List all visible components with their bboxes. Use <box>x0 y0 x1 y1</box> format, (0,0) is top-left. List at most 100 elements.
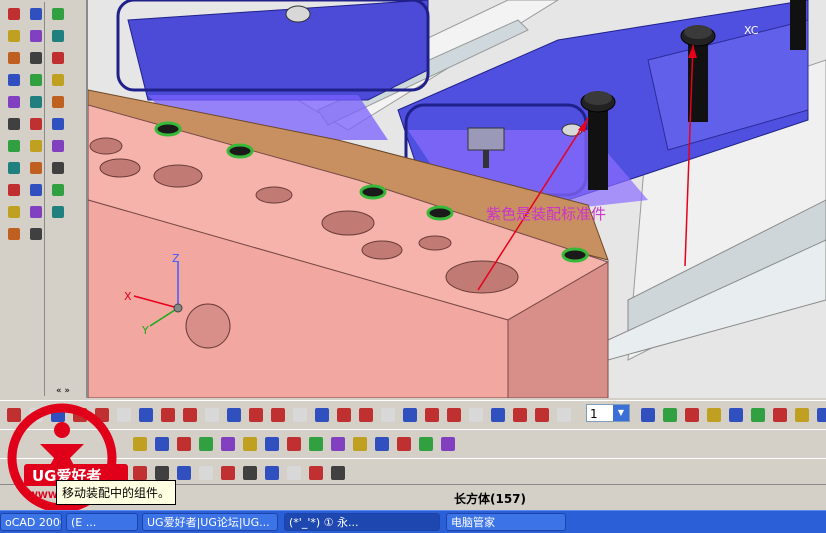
boss-icon[interactable] <box>48 48 68 68</box>
view-tool-icon[interactable] <box>334 405 354 425</box>
assembly-tool-icon[interactable] <box>372 434 392 454</box>
extrude-icon[interactable] <box>48 92 68 112</box>
revolve-icon[interactable] <box>4 114 24 134</box>
view-tool-icon[interactable] <box>554 405 574 425</box>
scale-icon[interactable] <box>48 202 68 222</box>
edge-blend-icon[interactable] <box>4 180 24 200</box>
assembly-tool-icon[interactable] <box>240 434 260 454</box>
taskbar-item-explorer[interactable]: (E ... <box>66 513 138 531</box>
assembly-tool-icon[interactable] <box>262 434 282 454</box>
taskbar-item-autocad[interactable]: oCAD 2006 <box>0 513 62 531</box>
view-tool-icon[interactable] <box>246 405 266 425</box>
unite-icon[interactable] <box>4 136 24 156</box>
selection-tool-icon[interactable] <box>262 463 282 483</box>
sketch-icon[interactable] <box>4 4 24 24</box>
selection-tool-icon[interactable] <box>196 463 216 483</box>
selected-object-label: 长方体(157) <box>454 492 527 506</box>
wcs-xc-label: XC <box>744 24 759 37</box>
feature-icon[interactable] <box>26 4 46 24</box>
view-tool-icon[interactable] <box>488 405 508 425</box>
left-icon-palette: « » <box>0 0 88 398</box>
view-tool-icon[interactable] <box>532 405 552 425</box>
display-tool-icon[interactable] <box>704 405 724 425</box>
pocket-icon[interactable] <box>48 70 68 90</box>
selection-tool-icon[interactable] <box>328 463 348 483</box>
assembly-tool-icon[interactable] <box>394 434 414 454</box>
view-tool-icon[interactable] <box>290 405 310 425</box>
mirror-icon[interactable] <box>48 158 68 178</box>
curve-icon[interactable] <box>48 4 68 24</box>
view-tool-icon[interactable] <box>378 405 398 425</box>
datum-icon[interactable] <box>4 26 24 46</box>
selection-tool-icon[interactable] <box>174 463 194 483</box>
display-tool-icon[interactable] <box>638 405 658 425</box>
assembly-tool-icon[interactable] <box>306 434 326 454</box>
shell-icon[interactable] <box>48 180 68 200</box>
pattern-icon[interactable] <box>26 224 46 244</box>
assembly-tool-icon[interactable] <box>284 434 304 454</box>
work-layer-value: 1 <box>590 407 598 421</box>
view-tool-icon[interactable] <box>510 405 530 425</box>
tooltip: 移动装配中的组件。 <box>56 480 177 505</box>
view-tool-icon[interactable] <box>356 405 376 425</box>
display-tool-icon[interactable] <box>726 405 746 425</box>
work-layer-select[interactable]: 1 ▼ <box>586 404 630 422</box>
intersect-icon[interactable] <box>48 136 68 156</box>
display-tool-icon[interactable] <box>748 405 768 425</box>
view-tool-icon[interactable] <box>312 405 332 425</box>
sphere-icon[interactable] <box>26 48 46 68</box>
assembly-tool-icon[interactable] <box>328 434 348 454</box>
assembly-tool-icon[interactable] <box>416 434 436 454</box>
view-tool-icon[interactable] <box>224 405 244 425</box>
offset-icon[interactable] <box>26 202 46 222</box>
chamfer-icon[interactable] <box>26 180 46 200</box>
display-tool-icon[interactable] <box>660 405 680 425</box>
taskbar-item-pc-manager[interactable]: 电脑管家 <box>446 513 566 531</box>
hole-icon[interactable] <box>4 70 24 90</box>
sweep-icon[interactable] <box>26 114 46 134</box>
view-tool-icon[interactable] <box>422 405 442 425</box>
groove-icon[interactable] <box>26 92 46 112</box>
assembly-tool-icon[interactable] <box>174 434 194 454</box>
display-tool-icon[interactable] <box>770 405 790 425</box>
model-view: 紫色是装配标准件 XC Z X Y <box>88 0 826 398</box>
selection-tool-icon[interactable] <box>306 463 326 483</box>
display-tool-icon[interactable] <box>792 405 812 425</box>
slot-icon[interactable] <box>4 92 24 112</box>
view-tool-icon[interactable] <box>400 405 420 425</box>
thread-icon[interactable] <box>4 224 24 244</box>
view-tool-icon[interactable] <box>180 405 200 425</box>
pad-icon[interactable] <box>26 70 46 90</box>
taskbar-item-ugforum[interactable]: UG爱好者|UG论坛|UG... <box>142 513 278 531</box>
view-tool-icon[interactable] <box>466 405 486 425</box>
selection-tool-icon[interactable] <box>218 463 238 483</box>
subtract-icon[interactable] <box>26 136 46 156</box>
cylinder-icon[interactable] <box>48 26 68 46</box>
view-tool-icon[interactable] <box>158 405 178 425</box>
cone-icon[interactable] <box>4 48 24 68</box>
selection-tool-icon[interactable] <box>240 463 260 483</box>
display-tool-icon[interactable] <box>814 405 826 425</box>
windows-taskbar: oCAD 2006 (E ... UG爱好者|UG论坛|UG... (*'_'*… <box>0 510 826 533</box>
palette-more-icon[interactable]: « » <box>56 386 70 396</box>
assembly-tool-icon[interactable] <box>438 434 458 454</box>
display-tool-icon[interactable] <box>682 405 702 425</box>
taskbar-item-qq[interactable]: (*'_'*) ① 永... <box>284 513 440 531</box>
tube-icon[interactable] <box>48 114 68 134</box>
graphics-viewport[interactable]: 紫色是装配标准件 XC Z X Y <box>88 0 826 398</box>
view-tool-icon[interactable] <box>268 405 288 425</box>
chevron-down-icon[interactable]: ▼ <box>613 405 629 421</box>
assembly-tool-icon[interactable] <box>196 434 216 454</box>
assembly-tool-icon[interactable] <box>152 434 172 454</box>
selection-tool-icon[interactable] <box>284 463 304 483</box>
draft-icon[interactable] <box>4 202 24 222</box>
assembly-tool-icon[interactable] <box>218 434 238 454</box>
assembly-tool-icon[interactable] <box>350 434 370 454</box>
axis-x-label: X <box>124 290 132 303</box>
view-tool-icon[interactable] <box>202 405 222 425</box>
block-icon[interactable] <box>26 26 46 46</box>
view-tool-icon[interactable] <box>444 405 464 425</box>
trim-icon[interactable] <box>4 158 24 178</box>
split-icon[interactable] <box>26 158 46 178</box>
annotation-label: 紫色是装配标准件 <box>486 205 606 223</box>
